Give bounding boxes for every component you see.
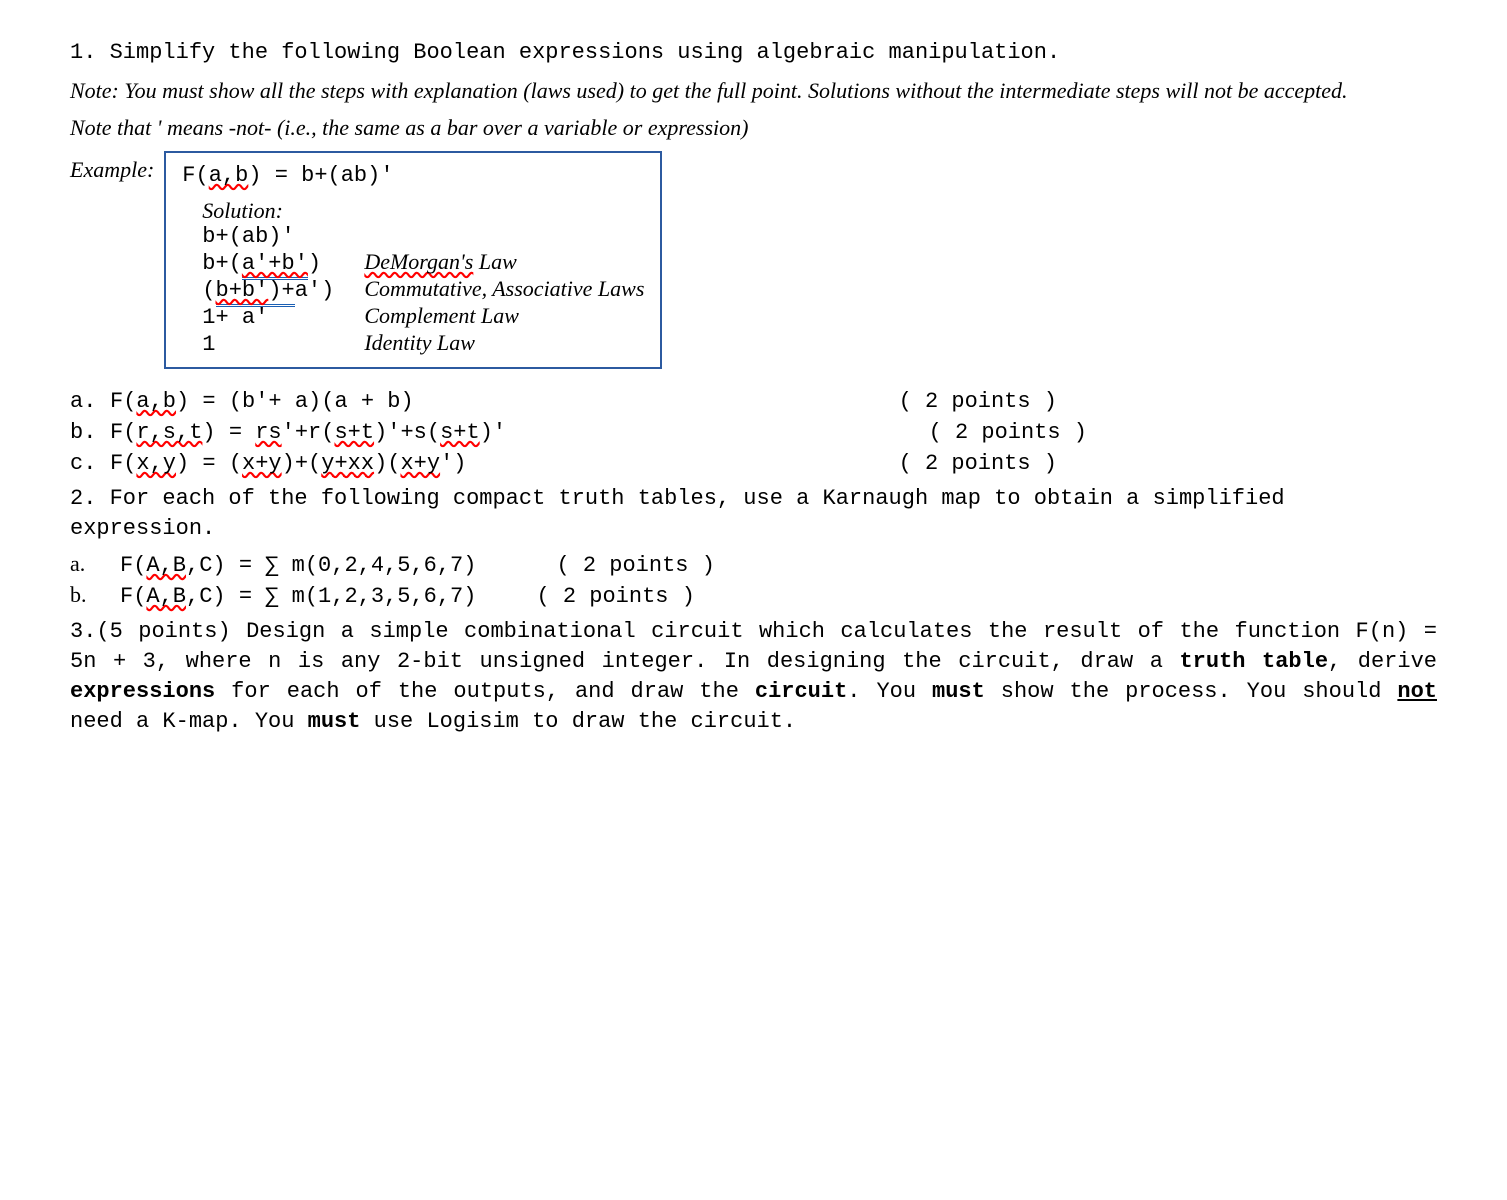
q2b-expr: F(A,B,C) = ∑ m(1,2,3,5,6,7) bbox=[120, 584, 476, 609]
solution-label: Solution: bbox=[202, 198, 644, 224]
q1c-label: c. bbox=[70, 451, 110, 476]
s2-mid: a'+b' bbox=[242, 251, 308, 280]
q3-t6: need a K-map. You bbox=[70, 709, 308, 734]
q1a-expr: F(a,b) = (b'+ a)(a + b) bbox=[110, 389, 414, 414]
q2b-points: ( 2 points ) bbox=[536, 584, 694, 609]
sol-law-5: Identity Law bbox=[364, 330, 644, 357]
sol-law-2: DeMorgan's Law bbox=[364, 249, 644, 276]
q3-b1: truth table bbox=[1179, 649, 1328, 674]
sol-law-3: Commutative, Associative Laws bbox=[364, 276, 644, 303]
q2a-expr: F(A,B,C) = ∑ m(0,2,4,5,6,7) bbox=[120, 553, 476, 578]
q2b-row: b. F(A,B,C) = ∑ m(1,2,3,5,6,7) ( 2 point… bbox=[70, 582, 1437, 609]
q2a-label: a. bbox=[70, 551, 120, 577]
q1b-points: ( 2 points ) bbox=[929, 420, 1437, 445]
sol-step-1: b+(ab)' bbox=[202, 224, 364, 249]
q3-t5: show the process. You should bbox=[985, 679, 1398, 704]
q2b-label: b. bbox=[70, 582, 120, 608]
q1c-s4: x+y bbox=[400, 451, 440, 476]
q1c-row: c. F(x,y) = (x+y)+(y+xx)(x+y') ( 2 point… bbox=[70, 451, 1437, 476]
expr-ab: a,b bbox=[209, 163, 249, 188]
q1a-row: a. F(a,b) = (b'+ a)(a + b) ( 2 points ) bbox=[70, 389, 1437, 414]
q1c-pre: F( bbox=[110, 451, 136, 476]
example-box: F(a,b) = b+(ab)' Solution: b+(ab)' b+(a'… bbox=[164, 151, 662, 369]
q1b-m4: )' bbox=[480, 420, 506, 445]
sol-law-4: Complement Law bbox=[364, 303, 644, 330]
q1c-m2: )+( bbox=[282, 451, 322, 476]
q3-b2: expressions bbox=[70, 679, 215, 704]
expr-pre: F( bbox=[182, 163, 208, 188]
q3-t2: , derive bbox=[1328, 649, 1437, 674]
q3-stem: 3.(5 points) Design a simple combination… bbox=[70, 617, 1437, 736]
q1a-sq: a,b bbox=[136, 389, 176, 414]
q3-t4: . You bbox=[847, 679, 932, 704]
q3-t3: for each of the outputs, and draw the bbox=[215, 679, 755, 704]
q1c-expr: F(x,y) = (x+y)+(y+xx)(x+y') bbox=[110, 451, 466, 476]
q2a-post: ,C) = ∑ m(0,2,4,5,6,7) bbox=[186, 553, 476, 578]
q1-note1: Note: You must show all the steps with e… bbox=[70, 76, 1437, 106]
q3-b4: must bbox=[932, 679, 985, 704]
q1b-m2: '+r( bbox=[282, 420, 335, 445]
s2-post: ) bbox=[308, 251, 321, 276]
q2a-row: a. F(A,B,C) = ∑ m(0,2,4,5,6,7) ( 2 point… bbox=[70, 551, 1437, 578]
q2a-sq: A,B bbox=[146, 553, 186, 578]
law2b: Law bbox=[473, 249, 516, 274]
q1a-mid: ) = (b'+ a)(a + b) bbox=[176, 389, 414, 414]
q1c-m4: ') bbox=[440, 451, 466, 476]
q1c-m3: )( bbox=[374, 451, 400, 476]
q1b-s1: r,s,t bbox=[136, 420, 202, 445]
q1b-pre: F( bbox=[110, 420, 136, 445]
s3-m2: )+ bbox=[268, 278, 294, 307]
q2a-points: ( 2 points ) bbox=[556, 553, 714, 578]
q3-b6: must bbox=[308, 709, 361, 734]
q1b-label: b. bbox=[70, 420, 110, 445]
q1b-s2: rs bbox=[255, 420, 281, 445]
example-block: Example: F(a,b) = b+(ab)' Solution: b+(a… bbox=[70, 151, 1437, 369]
q1b-row: b. F(r,s,t) = rs'+r(s+t)'+s(s+t)' ( 2 po… bbox=[70, 420, 1437, 445]
solution-steps: b+(ab)' b+(a'+b') DeMorgan's Law (b+b')+… bbox=[202, 224, 644, 357]
s3-m1: b+b' bbox=[216, 278, 269, 307]
example-label: Example: bbox=[70, 151, 154, 183]
q1b-expr: F(r,s,t) = rs'+r(s+t)'+s(s+t)' bbox=[110, 420, 506, 445]
q1a-points: ( 2 points ) bbox=[899, 389, 1437, 414]
q2b-post: ,C) = ∑ m(1,2,3,5,6,7) bbox=[186, 584, 476, 609]
expr-post: ) = b+(ab)' bbox=[248, 163, 393, 188]
sol-law-1 bbox=[364, 224, 644, 249]
q1b-m3: )'+s( bbox=[374, 420, 440, 445]
q1c-s1: x,y bbox=[136, 451, 176, 476]
q1b-m1: ) = bbox=[202, 420, 255, 445]
s3-post: a') bbox=[295, 278, 335, 303]
q2b-pre: F( bbox=[120, 584, 146, 609]
q2a-pre: F( bbox=[120, 553, 146, 578]
q3-t7: use Logisim to draw the circuit. bbox=[360, 709, 796, 734]
sol-step-2: b+(a'+b') bbox=[202, 249, 364, 276]
example-expression: F(a,b) = b+(ab)' bbox=[182, 159, 644, 192]
sol-step-4: 1+ a' bbox=[202, 303, 364, 330]
law2a: DeMorgan's bbox=[364, 249, 473, 274]
q1-stem: 1. Simplify the following Boolean expres… bbox=[70, 38, 1437, 68]
q1a-label: a. bbox=[70, 389, 110, 414]
q1c-m1: ) = ( bbox=[176, 451, 242, 476]
s3-pre: ( bbox=[202, 278, 215, 303]
q3-b5: not bbox=[1397, 679, 1437, 704]
q1c-s2: x+y bbox=[242, 451, 282, 476]
sol-step-3: (b+b')+a') bbox=[202, 276, 364, 303]
q3-b3: circuit bbox=[755, 679, 847, 704]
q1b-s3: s+t bbox=[334, 420, 374, 445]
q1c-s3: y+xx bbox=[321, 451, 374, 476]
q1c-points: ( 2 points ) bbox=[899, 451, 1437, 476]
q1-note2: Note that ' means -not- (i.e., the same … bbox=[70, 113, 1437, 143]
q1a-pre: F( bbox=[110, 389, 136, 414]
sol-step-5: 1 bbox=[202, 330, 364, 357]
q2-stem: 2. For each of the following compact tru… bbox=[70, 484, 1437, 543]
q1b-s4: s+t bbox=[440, 420, 480, 445]
q2b-sq: A,B bbox=[146, 584, 186, 609]
s2-pre: b+( bbox=[202, 251, 242, 276]
